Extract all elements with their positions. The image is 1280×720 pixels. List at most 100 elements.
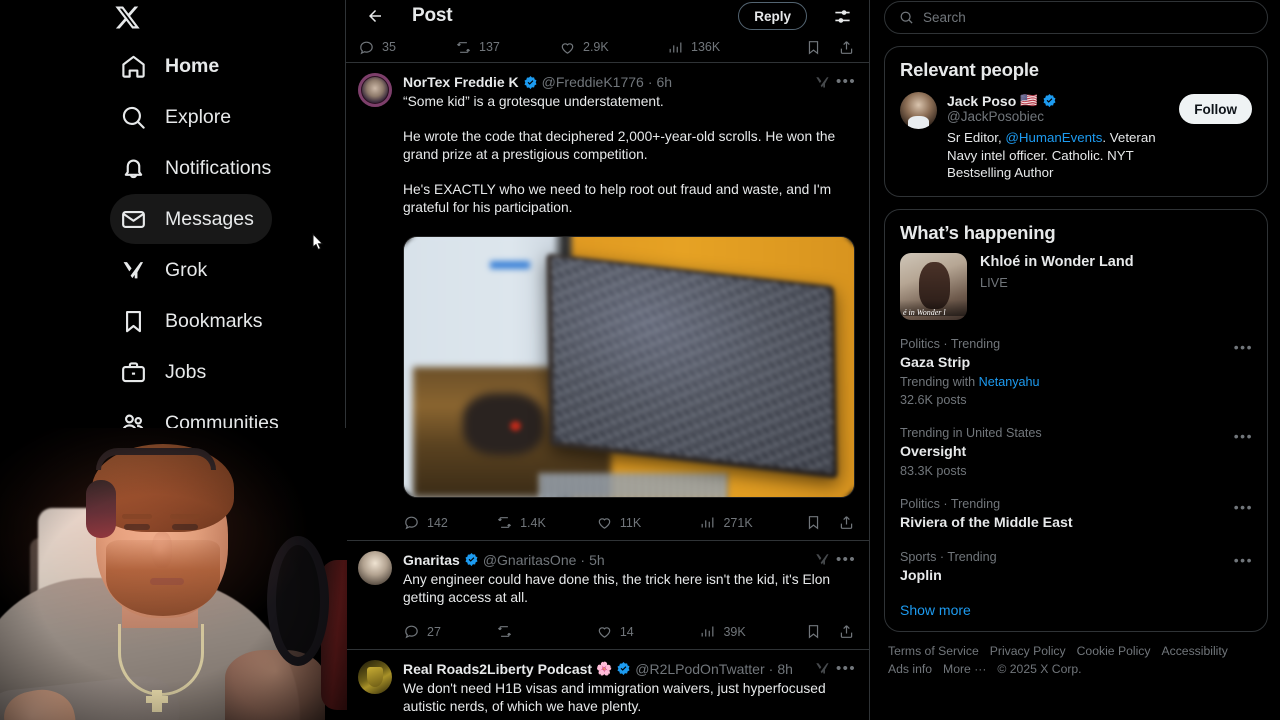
repost-action[interactable] (496, 623, 596, 640)
footer-link-cookie[interactable]: Cookie Policy (1077, 644, 1151, 658)
more-dots-icon[interactable]: ••• (1234, 552, 1253, 568)
sidebar-item-jobs[interactable]: Jobs (110, 347, 224, 397)
footer-link-ads-info[interactable]: Ads info (888, 662, 932, 676)
views-action[interactable]: 136K (667, 39, 777, 56)
relevant-people-card: Relevant people Jack Poso 🇺🇸 @JackPosobi… (884, 46, 1268, 197)
share-icon[interactable] (838, 39, 855, 56)
verified-badge-icon (1042, 93, 1057, 108)
person-bio: Sr Editor, @HumanEvents. Veteran Navy in… (947, 129, 1169, 182)
live-trend-item[interactable]: é in Wonder l Khloé in Wonder Land LIVE (885, 251, 1267, 330)
reply-button[interactable]: Reply (738, 2, 807, 30)
bell-icon (120, 155, 147, 182)
live-thumbnail[interactable]: é in Wonder l (900, 252, 967, 320)
repost-action[interactable]: 1.4K (496, 514, 596, 531)
post-author-name[interactable]: Gnaritas (403, 551, 460, 569)
sidebar-item-label: Messages (165, 208, 254, 230)
views-action[interactable]: 271K (699, 514, 805, 531)
trend-post-count: 32.6K posts (900, 392, 967, 407)
post-author-name[interactable]: NorTex Freddie K (403, 73, 519, 91)
x-logo-icon[interactable] (114, 0, 160, 40)
footer-link-privacy[interactable]: Privacy Policy (990, 644, 1066, 658)
repost-action[interactable]: 137 (455, 39, 559, 56)
post-text: Any engineer could have done this, the t… (403, 571, 857, 608)
trend-category: Politics · Trending (900, 496, 1001, 511)
post-item[interactable]: NorTex Freddie K @FreddieK1776 · 6h ••• … (346, 63, 869, 540)
more-dots-icon[interactable]: ••• (1234, 428, 1253, 444)
bookmark-icon[interactable] (805, 514, 822, 531)
more-dots-icon[interactable]: ••• (835, 552, 857, 567)
footer-links: Terms of Service Privacy Policy Cookie P… (884, 632, 1268, 676)
reply-action[interactable]: 27 (403, 623, 496, 640)
sidebar-item-label: Notifications (165, 157, 272, 179)
reply-action[interactable]: 35 (358, 39, 455, 56)
share-icon[interactable] (838, 623, 855, 640)
avatar[interactable] (358, 73, 392, 107)
live-status: LIVE (980, 274, 1008, 290)
mouse-cursor (308, 232, 328, 258)
person-name[interactable]: Jack Poso (947, 93, 1016, 109)
grok-icon[interactable] (814, 660, 831, 677)
grok-icon[interactable] (814, 551, 831, 568)
back-arrow-icon[interactable] (360, 1, 390, 31)
bookmark-icon[interactable] (805, 623, 822, 640)
bio-mention-link[interactable]: @HumanEvents (1005, 130, 1102, 145)
post-media-image[interactable] (403, 235, 855, 498)
more-dots-icon[interactable]: ••• (835, 661, 857, 676)
views-action[interactable]: 39K (699, 623, 805, 640)
sidebar-item-explore[interactable]: Explore (110, 92, 249, 142)
post-author-name[interactable]: Real Roads2Liberty Podcast (403, 660, 592, 678)
relevant-person[interactable]: Jack Poso 🇺🇸 @JackPosobiec Sr Editor, @H… (885, 88, 1267, 196)
bookmark-icon[interactable] (805, 39, 822, 56)
more-dots-icon[interactable]: ••• (835, 74, 857, 89)
sidebar-item-messages[interactable]: Messages (110, 194, 272, 244)
display-settings-icon[interactable] (829, 3, 855, 29)
trend-item[interactable]: Politics · Trending Riviera of the Middl… (885, 490, 1267, 543)
more-dots-icon[interactable]: ••• (1234, 339, 1253, 355)
repost-count: 1.4K (520, 515, 546, 530)
trend-item[interactable]: Trending in United States Oversight 83.3… (885, 419, 1267, 490)
trend-item[interactable]: Sports · Trending Joplin ••• (885, 543, 1267, 596)
post-author-handle[interactable]: @GnaritasOne (483, 551, 577, 569)
post-separator: · (647, 74, 653, 90)
share-icon[interactable] (838, 514, 855, 531)
view-count: 271K (723, 515, 753, 530)
post-paragraph: Any engineer could have done this, the t… (403, 571, 831, 606)
follow-button[interactable]: Follow (1179, 94, 1252, 124)
like-count: 14 (619, 624, 634, 639)
like-action[interactable]: 2.9K (559, 39, 667, 56)
sidebar-item-grok[interactable]: Grok (110, 245, 225, 295)
avatar[interactable] (900, 92, 937, 129)
sidebar-item-home[interactable]: Home (110, 41, 237, 91)
search-input[interactable]: Search (884, 1, 1268, 34)
post-paragraph: He's EXACTLY who we need to help root ou… (403, 181, 832, 216)
sidebar-item-bookmarks[interactable]: Bookmarks (110, 296, 281, 346)
trend-name: Joplin (900, 567, 942, 584)
trend-sub-link[interactable]: Netanyahu (979, 375, 1040, 389)
like-action[interactable]: 14 (596, 623, 700, 640)
like-count: 2.9K (583, 40, 609, 54)
trend-item[interactable]: Politics · Trending Gaza Strip Trending … (885, 330, 1267, 419)
grok-icon[interactable] (814, 74, 831, 91)
person-handle[interactable]: @JackPosobiec (947, 109, 1169, 124)
footer-link-terms[interactable]: Terms of Service (888, 644, 979, 658)
sidebar-item-label: Jobs (165, 361, 207, 383)
reply-action[interactable]: 142 (403, 514, 496, 531)
more-dots-icon[interactable]: ••• (1234, 499, 1253, 515)
footer-link-accessibility[interactable]: Accessibility (1161, 644, 1227, 658)
avatar[interactable] (358, 550, 392, 585)
reply-count: 142 (427, 515, 448, 530)
footer-link-more[interactable]: More ··· (943, 662, 986, 676)
post-header: Real Roads2Liberty Podcast 🌸 @R2LPodOnTw… (403, 660, 857, 678)
show-more-link[interactable]: Show more (885, 596, 1267, 631)
sidebar-item-label: Bookmarks (165, 310, 263, 332)
post-detail-column: Post Reply 35 137 2.9K 136K NorTex Fredd… (345, 0, 870, 720)
post-author-handle[interactable]: @R2LPodOnTwatter (635, 660, 764, 678)
post-item[interactable]: Real Roads2Liberty Podcast 🌸 @R2LPodOnTw… (346, 650, 869, 720)
post-author-handle[interactable]: @FreddieK1776 (542, 73, 644, 91)
sidebar-item-notifications[interactable]: Notifications (110, 143, 289, 193)
whats-happening-card: What’s happening é in Wonder l Khloé in … (884, 208, 1268, 632)
avatar[interactable] (358, 659, 392, 694)
post-item[interactable]: Gnaritas @GnaritasOne · 5h ••• Any engin… (346, 541, 869, 649)
parent-post-actions: 35 137 2.9K 136K (346, 32, 869, 62)
like-action[interactable]: 11K (596, 514, 700, 531)
